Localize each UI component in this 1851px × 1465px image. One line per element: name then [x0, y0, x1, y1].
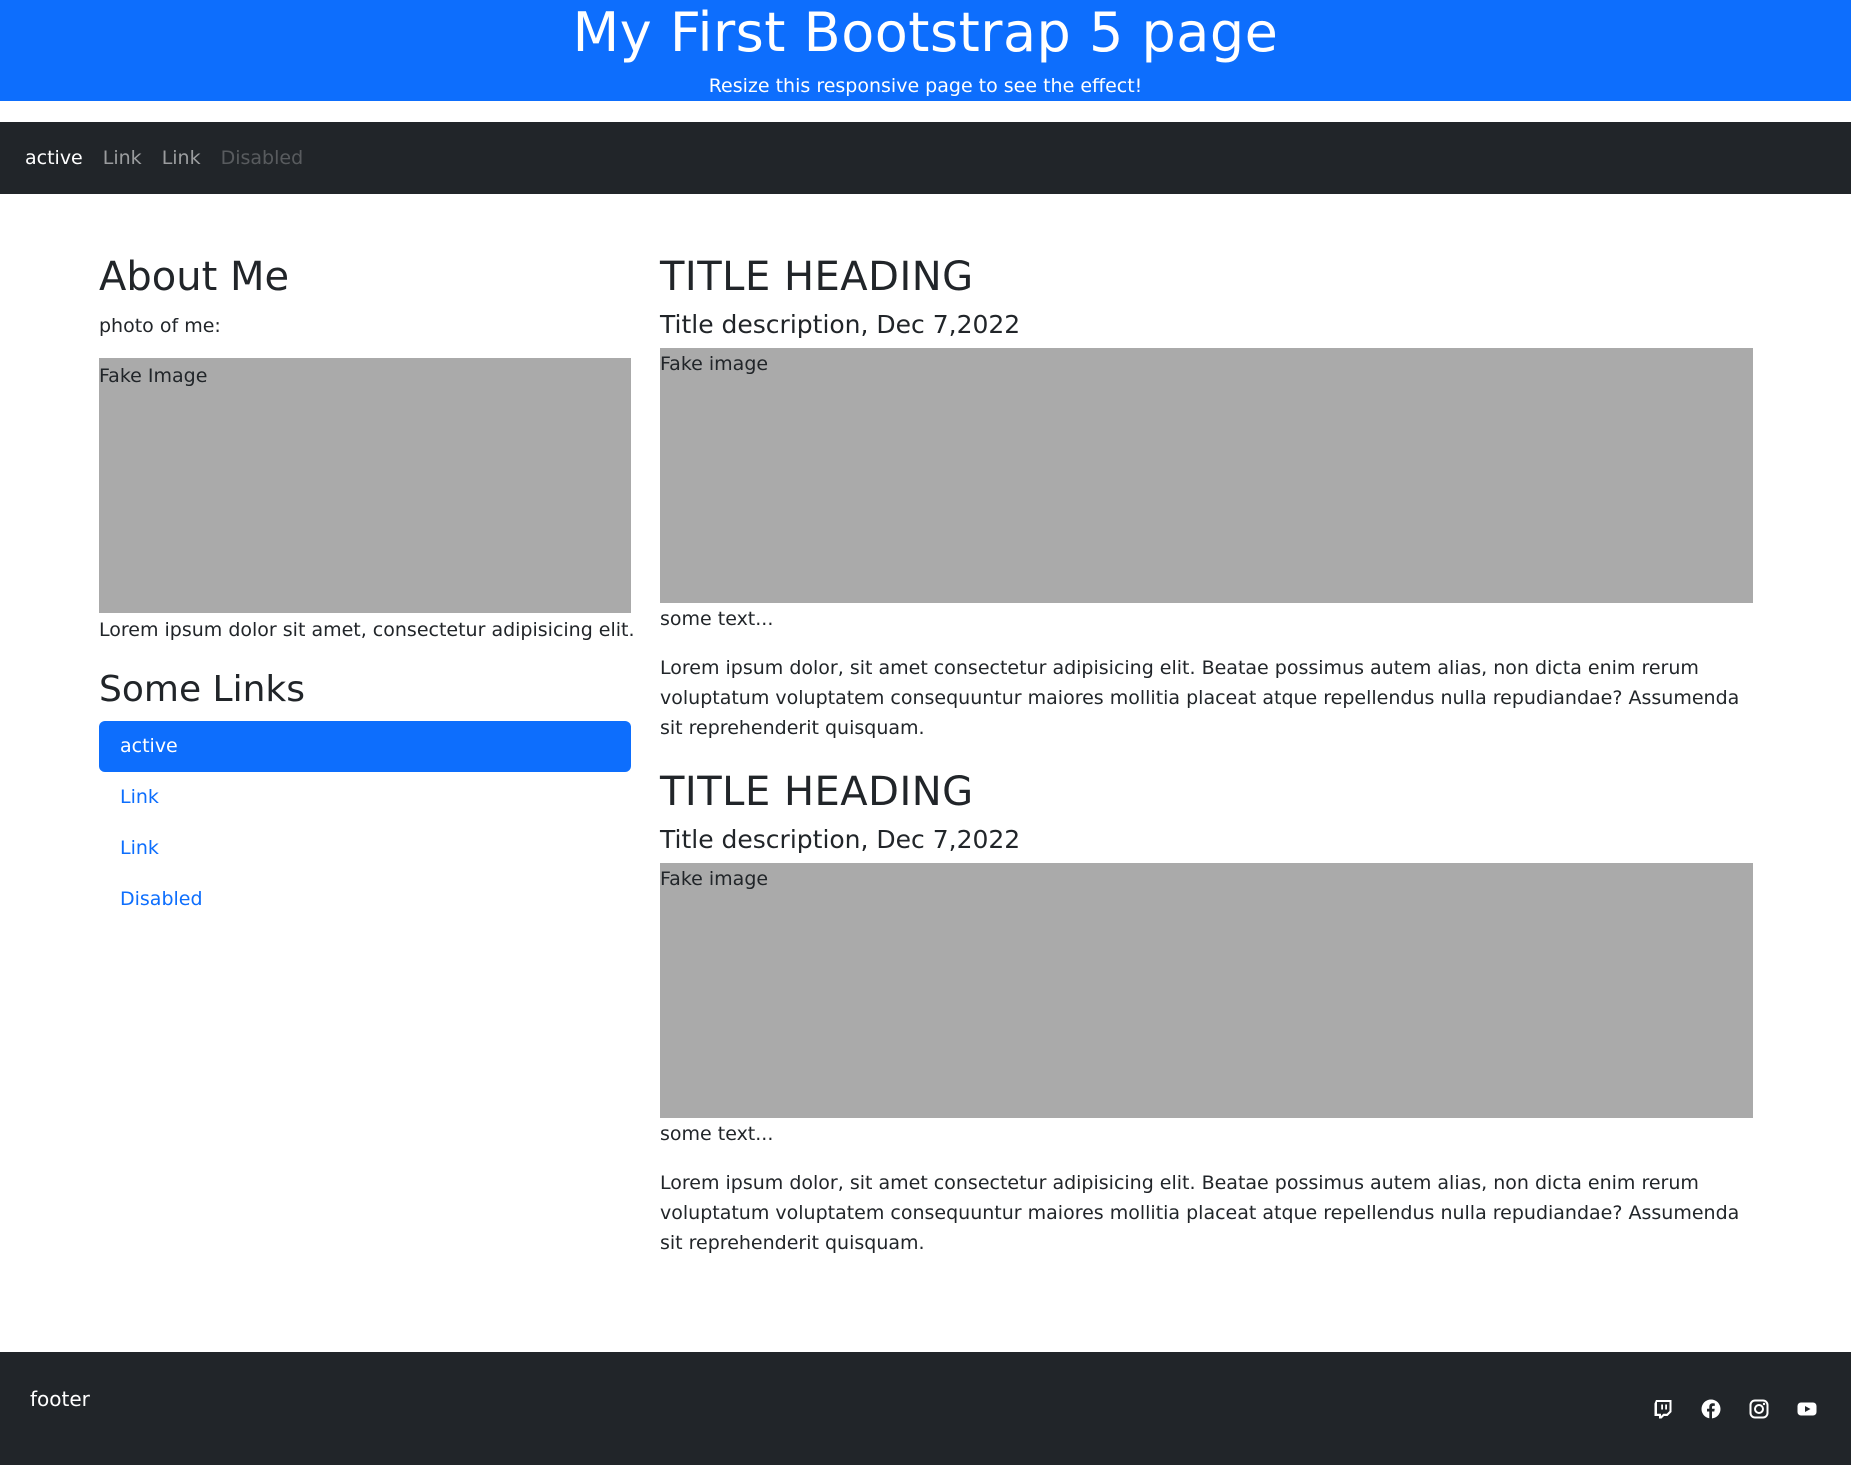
nav-link[interactable]: Link: [152, 146, 211, 170]
sidebar: About Me photo of me: Fake Image Lorem i…: [99, 250, 635, 925]
top-navbar: active Link Link Disabled: [0, 122, 1851, 194]
nav-link-active[interactable]: active: [15, 146, 93, 170]
sidebar-link-item: active: [99, 721, 631, 772]
sidebar-links: active Link Link Disabled: [99, 721, 631, 925]
nav-link[interactable]: Link: [93, 146, 152, 170]
image-label: Fake image: [660, 353, 769, 375]
profile-image-placeholder: Fake Image: [99, 358, 631, 613]
sidebar-link[interactable]: Link: [99, 772, 631, 823]
sidebar-link-item: Disabled: [99, 874, 631, 925]
navbar-item: Disabled: [211, 146, 314, 170]
navbar-menu: active Link Link Disabled: [15, 122, 313, 194]
article-description: Title description, Dec 7,2022: [660, 310, 1021, 339]
youtube-icon[interactable]: [1783, 1385, 1831, 1433]
page-header: My First Bootstrap 5 page Resize this re…: [0, 0, 1851, 101]
main-content: TITLE HEADING Title description, Dec 7,2…: [660, 250, 1753, 1280]
navbar-item: Link: [93, 146, 152, 170]
sidebar-link-active[interactable]: active: [99, 721, 631, 772]
page-subtitle: Resize this responsive page to see the e…: [708, 75, 1143, 97]
sidebar-link[interactable]: Link: [99, 823, 631, 874]
links-title: Some Links: [99, 669, 306, 710]
instagram-icon[interactable]: [1735, 1385, 1783, 1433]
article-caption: some text...: [660, 608, 774, 630]
about-title: About Me: [99, 254, 290, 300]
article-body: Lorem ipsum dolor, sit amet consectetur …: [660, 1172, 1740, 1254]
nav-link-disabled: Disabled: [220, 147, 304, 169]
navbar-item: Link: [152, 146, 211, 170]
twitch-icon[interactable]: [1639, 1385, 1687, 1433]
sidebar-link-item: Link: [99, 823, 631, 874]
sidebar-link-item: Link: [99, 772, 631, 823]
image-label: Fake Image: [99, 365, 208, 387]
article-title: TITLE HEADING: [660, 254, 974, 300]
about-text: Lorem ipsum dolor sit amet, consectetur …: [99, 619, 635, 641]
article-body: Lorem ipsum dolor, sit amet consectetur …: [660, 657, 1740, 739]
sidebar-link-disabled[interactable]: Disabled: [99, 874, 631, 925]
article-caption: some text...: [660, 1123, 774, 1145]
article-title: TITLE HEADING: [660, 769, 974, 815]
navbar-item: active: [15, 146, 93, 170]
social-icons: [1639, 1352, 1831, 1465]
article-image-placeholder: Fake image: [660, 348, 1753, 603]
image-label: Fake image: [660, 868, 769, 890]
page-title: My First Bootstrap 5 page: [572, 1, 1279, 64]
article: TITLE HEADING Title description, Dec 7,2…: [660, 250, 1753, 743]
article-description: Title description, Dec 7,2022: [660, 825, 1021, 854]
footer-text: footer: [30, 1387, 90, 1411]
article-image-placeholder: Fake image: [660, 863, 1753, 1118]
facebook-icon[interactable]: [1687, 1385, 1735, 1433]
article: TITLE HEADING Title description, Dec 7,2…: [660, 765, 1753, 1258]
page-footer: footer: [0, 1352, 1851, 1465]
photo-label: photo of me:: [99, 315, 221, 337]
